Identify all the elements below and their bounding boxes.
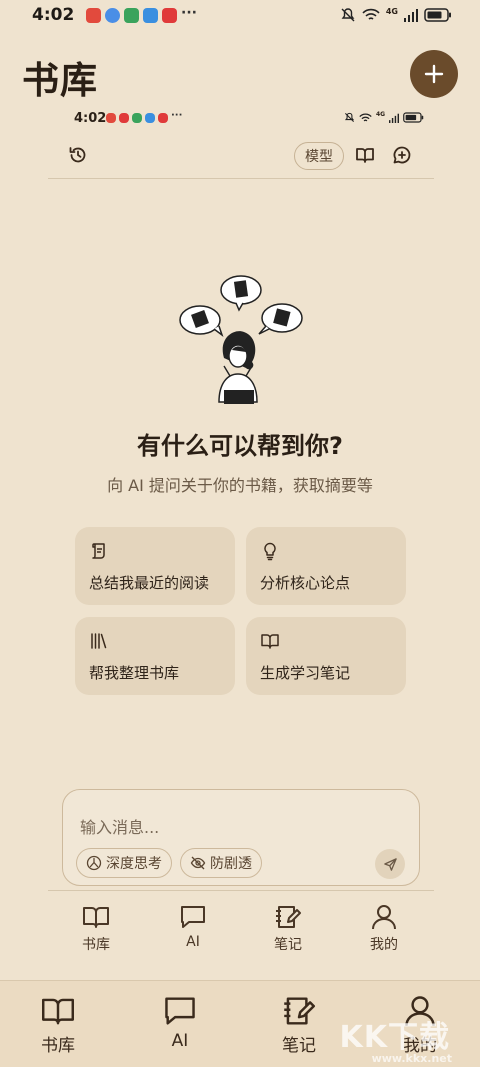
model-selector-button[interactable]: 模型 [294,142,344,170]
suggestion-card-notes[interactable]: 生成学习笔记 [246,617,406,695]
lightbulb-icon [264,542,276,561]
message-composer[interactable]: 输入消息... 深度思考 防剧透 [62,789,420,886]
history-icon [69,147,86,163]
no-spoiler-label: 防剧透 [210,856,252,872]
bottom-nav-label: 书库 [41,1036,75,1056]
chat-icon [181,906,205,928]
send-icon [383,857,397,871]
page-title: 书库 [22,59,98,102]
app-notification-icon [145,113,155,123]
deep-think-toggle[interactable]: 深度思考 [76,848,172,878]
wechat-icon [124,8,139,23]
atom-icon [86,855,102,871]
wifi-icon [359,112,372,121]
add-book-button[interactable] [410,50,458,98]
book-open-icon [356,148,374,163]
new-chat-button[interactable] [392,145,412,169]
book-context-button[interactable] [355,145,375,169]
more-notifications-icon: ··· [181,5,197,21]
mute-icon [344,112,355,123]
more-notifications-icon: ··· [171,110,183,121]
book-icon [83,907,109,928]
watermark-brand: KK下载 [339,1020,450,1055]
history-button[interactable] [68,145,88,169]
inner-status-time: 4:02 [74,111,107,126]
suggestion-label: 总结我最近的阅读 [89,574,210,592]
bottom-nav-notes[interactable]: 笔记 [281,995,317,1056]
wechat-icon [132,113,142,123]
app-notification-icon [158,113,168,123]
chat-icon [165,997,195,1025]
scroll-icon [92,543,105,559]
inner-nav-library[interactable]: 书库 [82,904,110,954]
message-input[interactable]: 输入消息... [80,814,159,838]
no-spoiler-toggle[interactable]: 防剧透 [180,848,262,878]
network-type: 4G [376,111,386,118]
chat-plus-icon [393,146,411,164]
library-icon [91,633,107,649]
suggestion-label: 生成学习笔记 [260,664,351,682]
network-type: 4G [385,6,398,16]
inner-nav-label: 我的 [370,937,398,953]
signal-icon [389,113,400,123]
suggestion-card-organize[interactable]: 帮我整理书库 [75,617,235,695]
battery-icon [424,8,451,22]
inner-notification-icons: ··· [106,110,183,123]
suggestion-label: 分析核心论点 [260,574,351,592]
empty-state-subline: 向 AI 提问关于你的书籍，获取摘要等 [107,476,373,495]
inner-nav-ai[interactable]: AI [179,904,207,950]
inner-status-icons: 4G [344,111,424,123]
bottom-nav-label: 笔记 [282,1036,316,1056]
bottom-nav-label: AI [171,1031,189,1051]
inner-nav-label: 笔记 [274,937,302,953]
suggestion-card-analyze[interactable]: 分析核心论点 [246,527,406,605]
inner-nav-notes[interactable]: 笔记 [274,904,302,954]
inner-nav-label: 书库 [82,937,110,953]
app-notification-icon [105,8,120,23]
status-icons: 4G [340,7,452,23]
suggestion-label: 帮我整理书库 [89,664,180,682]
toolbar-divider [48,178,434,179]
send-button[interactable] [375,849,405,879]
eye-off-icon [190,856,206,870]
bottom-nav-ai[interactable]: AI [162,995,198,1051]
notification-app-icons: ··· [86,5,197,23]
app-notification-icon [86,8,101,23]
book-open-icon [261,634,279,649]
person-icon [372,905,396,930]
notebook-icon [284,997,315,1025]
deep-think-label: 深度思考 [106,856,162,872]
wifi-icon [362,8,380,20]
reading-girl-illustration [179,275,303,404]
app-notification-icon [143,8,158,23]
mute-icon [341,8,355,22]
inner-nav-profile[interactable]: 我的 [370,904,398,954]
plus-icon [424,64,444,84]
book-icon [41,998,74,1025]
suggestion-card-summarize[interactable]: 总结我最近的阅读 [75,527,235,605]
app-notification-icon [119,113,129,123]
status-bar: 4:02 ··· 4G [0,0,480,34]
notebook-icon [276,906,301,928]
watermark-url: www.kkx.net [371,1052,452,1065]
signal-icon [404,9,418,22]
bottom-nav-library[interactable]: 书库 [40,995,76,1056]
app-notification-icon [106,113,116,123]
inner-nav-label: AI [186,934,200,950]
status-time: 4:02 [32,5,75,25]
empty-state-headline: 有什么可以帮到你? [137,432,343,460]
battery-icon [403,112,424,123]
inner-nav-divider [48,890,434,891]
app-notification-icon [162,8,177,23]
